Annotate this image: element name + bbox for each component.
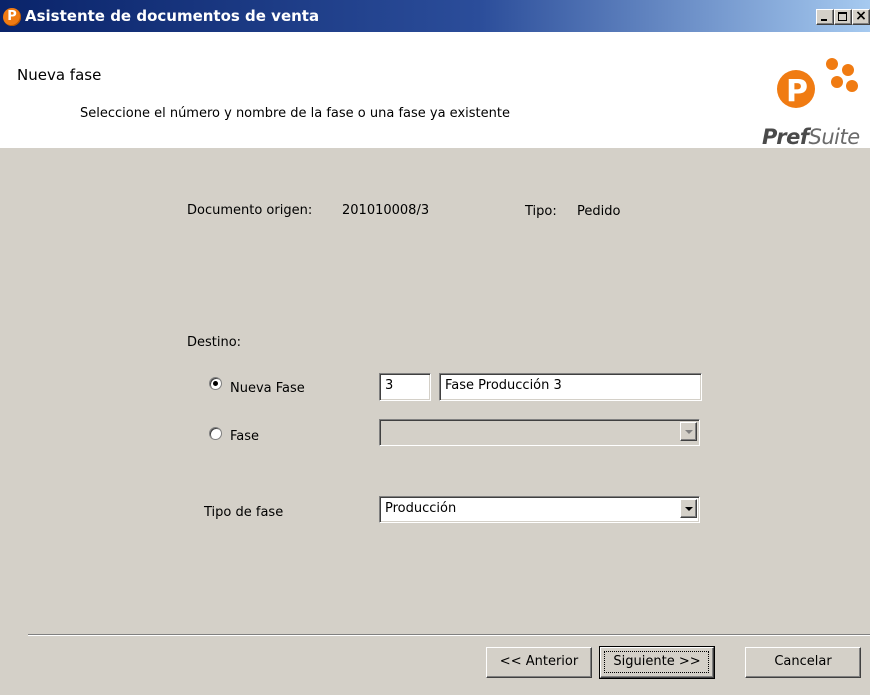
focus-rectangle [604, 651, 709, 673]
chevron-down-icon [685, 507, 693, 511]
page-subtitle: Seleccione el número y nombre de la fase… [80, 106, 510, 121]
new-phase-name-input[interactable]: Fase Producción 3 [439, 373, 702, 401]
footer-separator [28, 634, 870, 636]
minimize-button[interactable] [816, 9, 834, 25]
maximize-icon [838, 12, 847, 21]
existing-phase-dropdown-button[interactable] [680, 422, 697, 441]
app-logo-icon: P [3, 8, 21, 26]
new-phase-number-input[interactable]: 3 [379, 373, 431, 401]
window-title: Asistente de documentos de venta [25, 7, 320, 25]
phase-type-select[interactable]: Producción [379, 496, 700, 523]
maximize-button[interactable] [834, 9, 852, 25]
wizard-header: Nueva fase Seleccione el número y nombre… [0, 32, 870, 149]
phase-type-select-value: Producción [385, 501, 457, 516]
close-icon: × [855, 8, 867, 24]
destination-label: Destino: [187, 335, 242, 350]
type-label: Tipo: [525, 204, 557, 219]
existing-phase-label[interactable]: Fase [230, 429, 259, 444]
prefsuite-logo-text: PrefSuite [762, 125, 860, 149]
new-phase-label[interactable]: Nueva Fase [230, 381, 305, 396]
type-value: Pedido [577, 204, 621, 219]
radio-selected-dot [213, 381, 218, 386]
prefsuite-logo-icon: P [777, 58, 858, 109]
phase-type-dropdown-button[interactable] [680, 499, 697, 518]
title-bar[interactable]: P Asistente de documentos de venta × [0, 0, 870, 32]
wizard-window: P Asistente de documentos de venta × Nue… [0, 0, 870, 695]
new-phase-radio[interactable] [209, 377, 222, 390]
existing-phase-radio[interactable] [209, 427, 222, 440]
chevron-down-icon [685, 430, 693, 434]
minimize-icon [821, 19, 827, 21]
page-title: Nueva fase [17, 66, 102, 84]
svg-text:P: P [786, 74, 808, 109]
origin-document-label: Documento origen: [187, 203, 313, 218]
back-button[interactable]: << Anterior [486, 647, 592, 678]
cancel-button[interactable]: Cancelar [745, 647, 861, 678]
close-button[interactable]: × [852, 8, 870, 25]
existing-phase-select[interactable] [379, 419, 700, 446]
phase-type-label: Tipo de fase [204, 505, 284, 520]
next-button[interactable]: Siguiente >> [599, 646, 715, 679]
origin-document-value: 201010008/3 [342, 203, 430, 218]
